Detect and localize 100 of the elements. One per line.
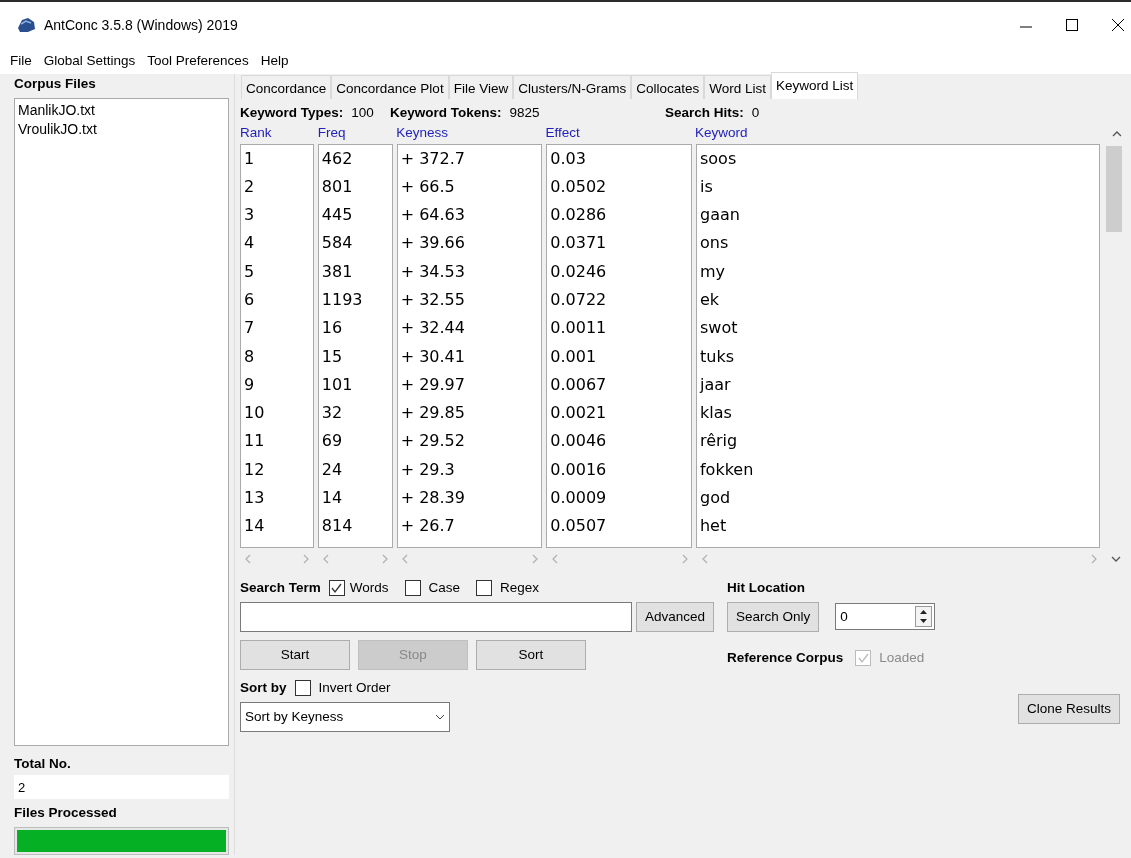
checkbox[interactable] xyxy=(328,579,345,596)
table-cell-text: + 39.66 xyxy=(399,232,466,255)
table-cell-text: ek xyxy=(698,289,721,311)
menu-item[interactable]: Tool Preferences xyxy=(141,50,255,72)
checkbox-label: Words xyxy=(349,578,389,597)
table-cell-text: 584 xyxy=(320,232,354,255)
close-icon[interactable] xyxy=(1109,16,1127,34)
checkbox[interactable] xyxy=(294,679,311,696)
table-cell-text: 0.0016 xyxy=(549,458,608,481)
table-cell-text: + 64.63 xyxy=(399,204,466,227)
table-cell-text: + 372.7 xyxy=(399,147,466,170)
table-cell-text: + 32.55 xyxy=(399,289,466,311)
table-cell-text: rêrig xyxy=(698,430,739,453)
table-cell-text: 0.0046 xyxy=(549,430,608,453)
advanced-button[interactable]: Advanced xyxy=(636,601,714,632)
table-cell-text: + 29.85 xyxy=(399,402,466,425)
checkbox[interactable] xyxy=(476,579,493,596)
clone-results-button[interactable]: Clone Results xyxy=(1017,694,1120,724)
tab[interactable]: Keyword List xyxy=(771,72,859,99)
table-cell-text: 14 xyxy=(243,515,266,538)
column-header[interactable]: Freq xyxy=(317,123,397,144)
table-cell-text: ons xyxy=(698,232,730,255)
checkbox-label: Invert Order xyxy=(318,678,391,697)
table-cell-text: 1193 xyxy=(320,289,364,311)
action-button: Stop xyxy=(358,639,468,670)
table-cell-text: 1 xyxy=(243,147,256,170)
table-cell-text: 0.0502 xyxy=(549,175,608,198)
tab[interactable]: Clusters/N-Grams xyxy=(513,75,632,99)
sort-dropdown[interactable]: Sort by Keyness xyxy=(240,702,450,732)
stat-label: Search Hits: xyxy=(665,104,744,122)
app-icon xyxy=(16,16,36,34)
table-cell-text: 8 xyxy=(243,345,256,368)
column-header[interactable]: Keyness xyxy=(396,123,546,144)
table-cell-text: het xyxy=(698,515,728,538)
field-label: Hit Location xyxy=(727,578,806,597)
table-cell-text: + 66.5 xyxy=(399,175,456,198)
tab[interactable]: Collocates xyxy=(631,75,705,99)
tab[interactable]: Concordance xyxy=(241,75,332,99)
table-cell-text: 0.0009 xyxy=(549,487,608,510)
table-cell-text: 12 xyxy=(243,458,266,481)
spin-field[interactable]: 0 xyxy=(835,603,936,631)
table-cell-text: 0.0286 xyxy=(549,204,608,227)
menu-item[interactable]: Help xyxy=(254,50,295,72)
maximize-icon[interactable] xyxy=(1063,16,1081,34)
column-header[interactable]: Rank xyxy=(240,123,318,144)
table-cell-text: 381 xyxy=(320,260,354,283)
table-cell-text: 445 xyxy=(320,204,354,227)
table-cell-text: + 28.39 xyxy=(399,487,466,510)
field-label: Files Processed xyxy=(14,803,118,822)
table-cell-text: tuks xyxy=(698,345,735,368)
checkbox-label: Loaded xyxy=(879,648,925,667)
column-header[interactable]: Keyword xyxy=(694,123,1103,144)
table-cell-text: 16 xyxy=(320,317,344,340)
stat-value: 9825 xyxy=(509,104,540,122)
table-cell-text: 2 xyxy=(243,175,256,198)
tab[interactable]: File View xyxy=(448,75,514,99)
search-field[interactable] xyxy=(240,601,632,632)
search-only-button[interactable]: Search Only xyxy=(727,601,820,632)
table-cell-text: 6 xyxy=(243,289,256,311)
table-cell-text: fokken xyxy=(698,458,755,481)
table-cell-text: + 30.41 xyxy=(399,345,466,368)
table-cell-text: swot xyxy=(698,317,739,340)
check-icon xyxy=(330,581,344,594)
field-label: Search Term xyxy=(240,578,321,597)
corpus-filename[interactable]: ManlikJO.txt xyxy=(18,101,225,121)
table-cell-text: + 29.3 xyxy=(399,458,456,481)
table-cell-text: my xyxy=(698,260,727,283)
dropdown-value: Sort by Keyness xyxy=(245,707,344,726)
checkbox[interactable] xyxy=(404,579,421,596)
table-cell-text: 10 xyxy=(243,402,266,425)
section-label: Corpus Files xyxy=(14,75,97,93)
stat-value: 100 xyxy=(351,104,374,122)
table-cell-text: + 34.53 xyxy=(399,260,466,283)
action-button[interactable]: Start xyxy=(240,639,350,670)
table-cell-text: 0.03 xyxy=(549,147,587,170)
table-cell-text: 0.0021 xyxy=(549,402,608,425)
table-cell-text: + 26.7 xyxy=(399,515,456,538)
checkbox-label: Regex xyxy=(500,578,540,597)
stat-label: Keyword Tokens: xyxy=(390,104,502,122)
table-cell-text: 13 xyxy=(243,487,266,510)
field-label: Total No. xyxy=(14,755,72,774)
table-cell-text: + 29.97 xyxy=(399,373,466,396)
table-cell-text: gaan xyxy=(698,204,741,227)
menu-item[interactable]: File xyxy=(4,50,38,72)
spinner-icon[interactable] xyxy=(915,606,933,628)
field-label: Reference Corpus xyxy=(727,648,844,667)
table-cell-text: 0.0722 xyxy=(549,289,608,311)
corpus-filename[interactable]: VroulikJO.txt xyxy=(18,120,225,140)
window-title: AntConc 3.5.8 (Windows) 2019 xyxy=(44,15,238,35)
table-cell-text: 0.0246 xyxy=(549,260,608,283)
field-label: Sort by xyxy=(240,678,287,697)
table-cell-text: 0.0067 xyxy=(549,373,608,396)
tab[interactable]: Word List xyxy=(704,75,771,99)
column-header[interactable]: Effect xyxy=(545,123,695,144)
action-button[interactable]: Sort xyxy=(476,639,586,670)
table-cell-text: soos xyxy=(698,147,738,170)
table-cell-text: 0.0507 xyxy=(549,515,608,538)
menu-item[interactable]: Global Settings xyxy=(37,50,142,72)
table-cell-text: 0.0371 xyxy=(549,232,608,255)
tab[interactable]: Concordance Plot xyxy=(331,75,449,99)
